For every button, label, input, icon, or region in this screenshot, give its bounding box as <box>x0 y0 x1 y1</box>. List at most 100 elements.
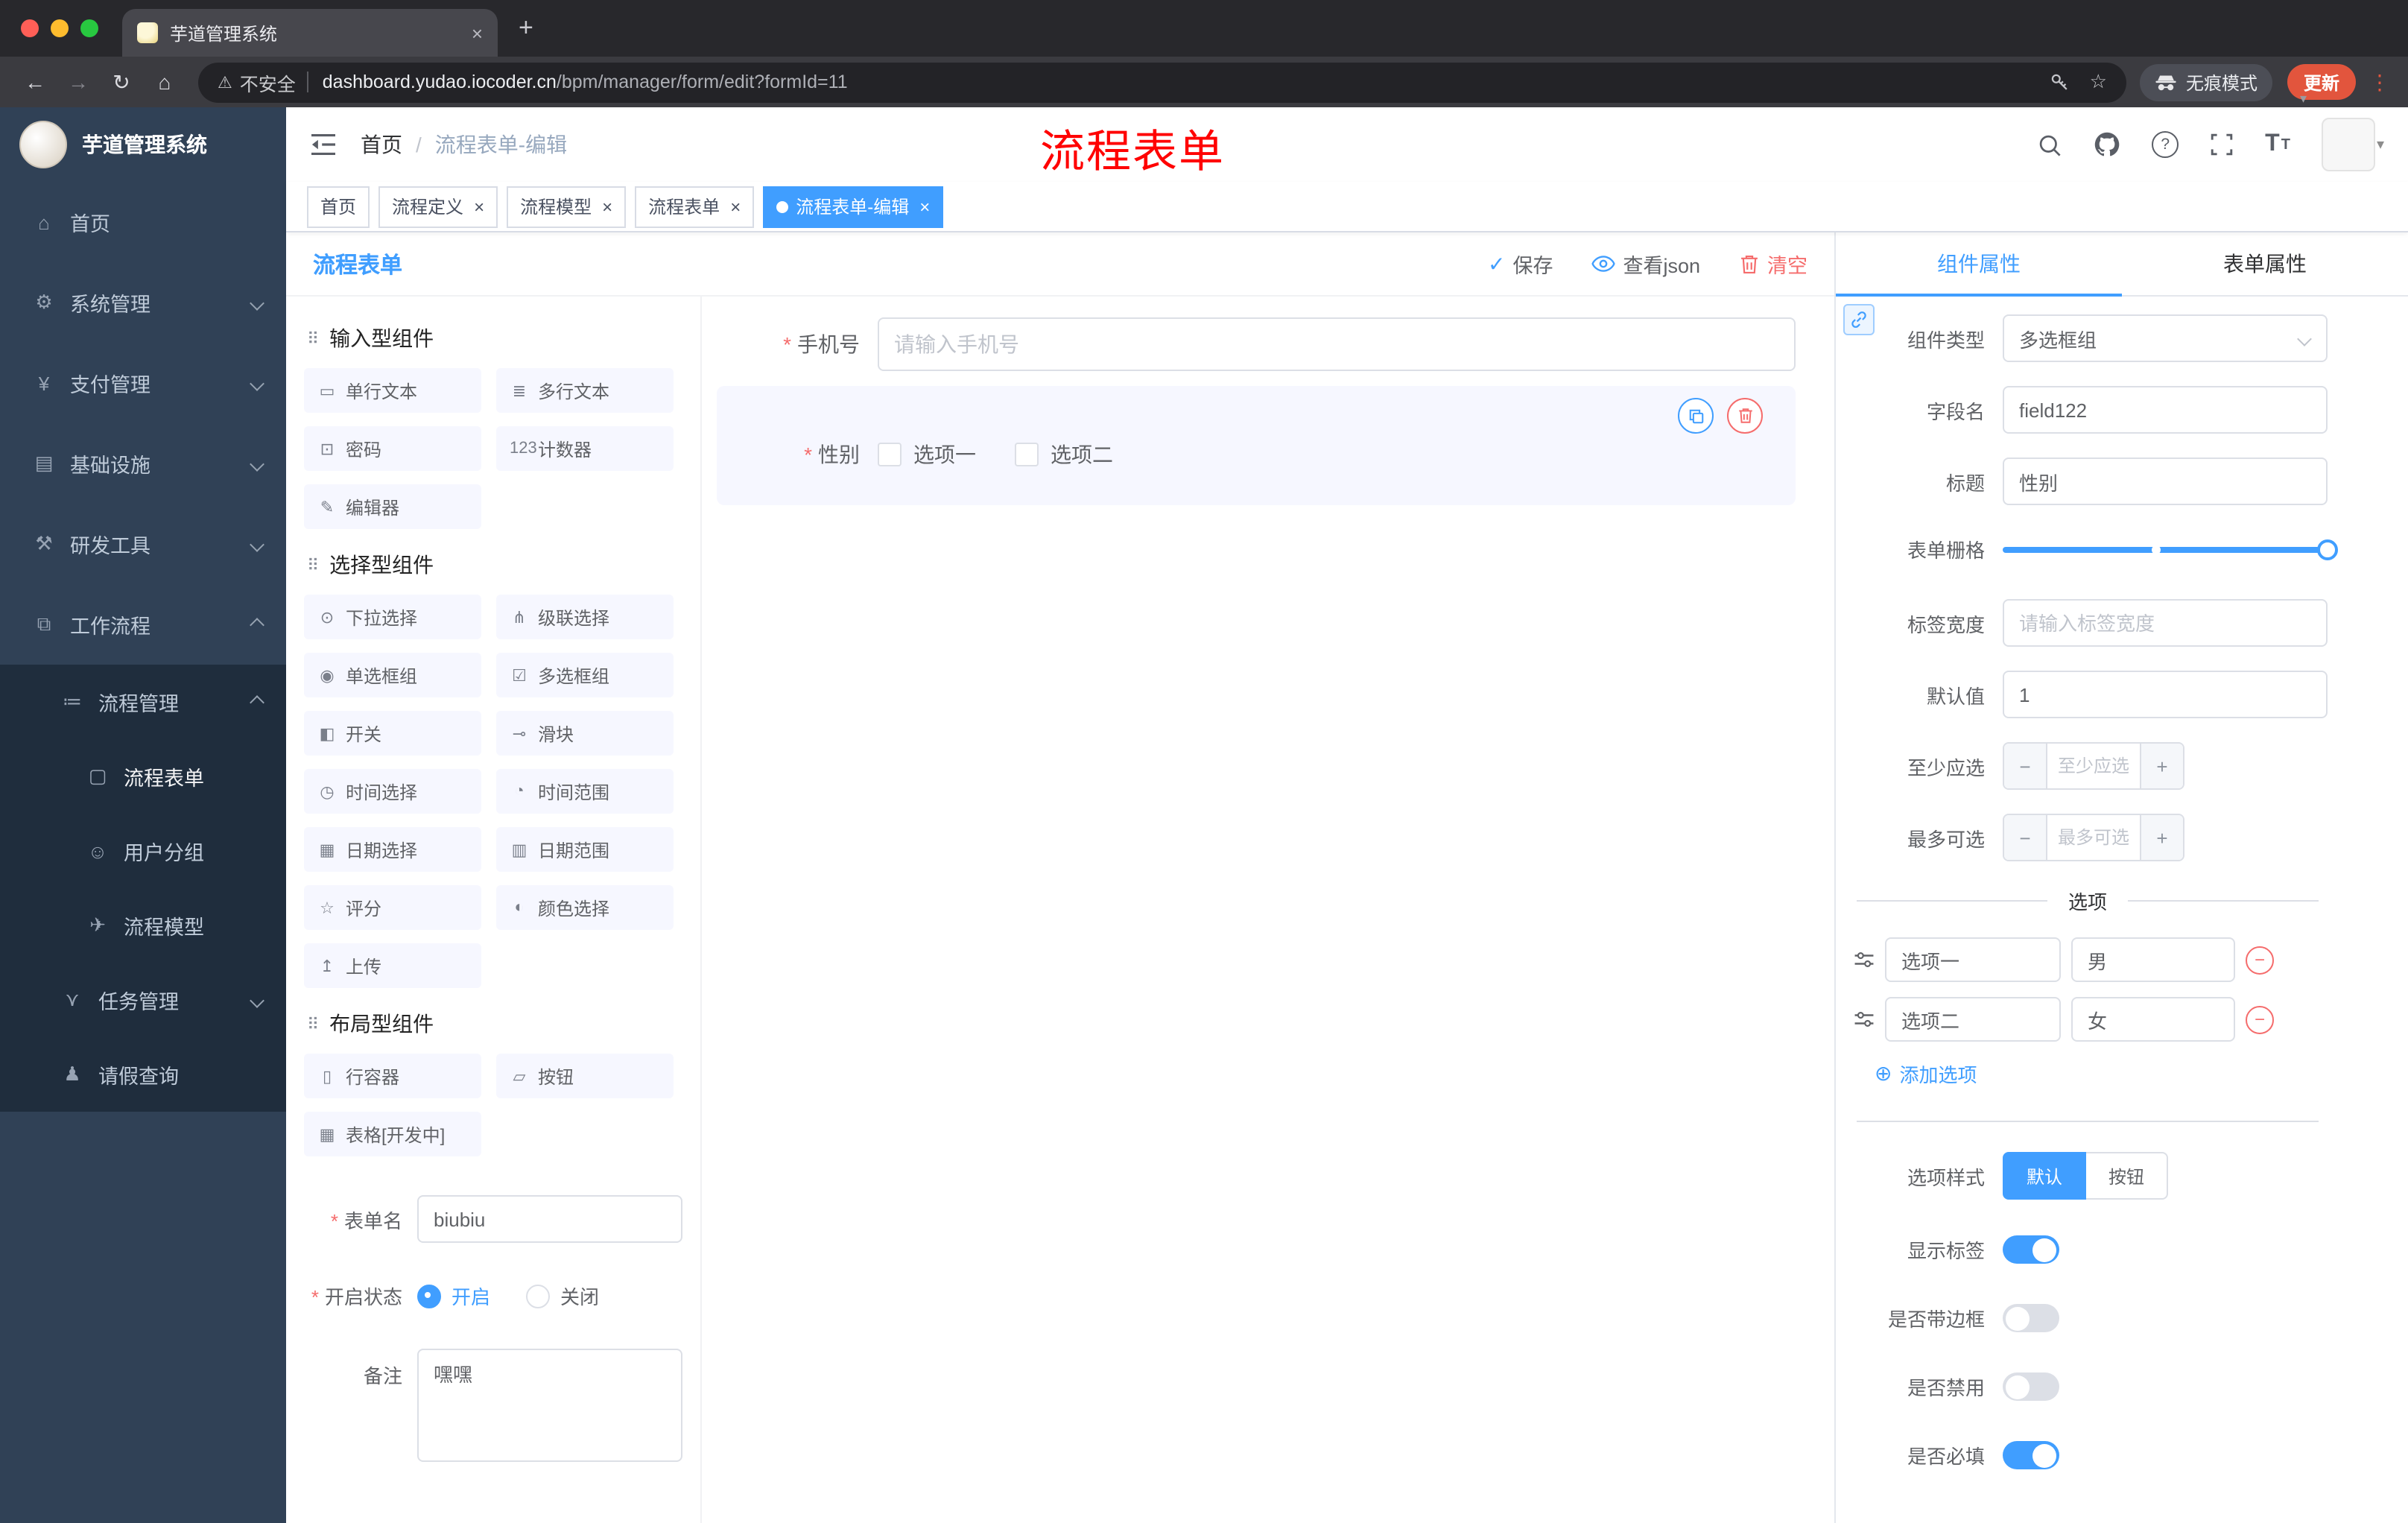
sidebar-item-leave-query[interactable]: ♟ 请假查询 <box>0 1037 286 1112</box>
default-value-input[interactable] <box>2003 671 2328 718</box>
form-name-input[interactable] <box>417 1195 682 1243</box>
option-value-input[interactable] <box>2071 937 2235 982</box>
tab-close-icon[interactable]: × <box>472 22 483 44</box>
min-select-input[interactable] <box>2047 744 2140 788</box>
search-icon[interactable] <box>2037 132 2062 157</box>
palette-item[interactable]: ☑ 多选框组 <box>496 653 674 697</box>
sidebar-item-system-management[interactable]: ⚙ 系统管理 <box>0 262 286 343</box>
tag-process-definition[interactable]: 流程定义 × <box>378 186 498 227</box>
component-type-select[interactable]: 多选框组 <box>2003 314 2328 362</box>
tab-form-props[interactable]: 表单属性 <box>2122 232 2408 295</box>
tag-process-form[interactable]: 流程表单 × <box>635 186 755 227</box>
browser-tab[interactable]: 芋道管理系统 × <box>122 9 498 57</box>
link-button[interactable] <box>1843 304 1875 335</box>
palette-item[interactable]: ⊡ 密码 <box>304 426 481 471</box>
home-button[interactable]: ⌂ <box>145 62 185 102</box>
remark-textarea[interactable]: 嘿嘿 <box>417 1349 682 1462</box>
github-icon[interactable] <box>2094 131 2120 158</box>
palette-item[interactable]: ▯ 行容器 <box>304 1054 481 1098</box>
field-name-input[interactable] <box>2003 386 2328 434</box>
border-switch[interactable] <box>2003 1304 2059 1332</box>
tag-home[interactable]: 首页 <box>307 186 370 227</box>
palette-item[interactable]: ▭ 单行文本 <box>304 368 481 413</box>
sidebar-item-process-form[interactable]: ▢ 流程表单 <box>0 739 286 814</box>
max-select-input[interactable] <box>2047 815 2140 860</box>
remove-option-button[interactable]: − <box>2246 946 2274 974</box>
palette-item[interactable]: ◷ 时间选择 <box>304 769 481 814</box>
delete-component-button[interactable] <box>1727 398 1763 434</box>
option-value-input[interactable] <box>2071 997 2235 1042</box>
label-width-input[interactable] <box>2003 599 2328 647</box>
sidebar-item-dev-tools[interactable]: ⚒ 研发工具 <box>0 504 286 584</box>
clear-button[interactable]: 清空 <box>1739 249 1807 279</box>
option1-checkbox[interactable] <box>878 443 902 466</box>
status-off-radio[interactable] <box>526 1284 551 1308</box>
slider-handle[interactable] <box>2317 539 2338 560</box>
tab-component-props[interactable]: 组件属性 <box>1836 232 2122 297</box>
sidebar-logo[interactable]: 芋道管理系统 <box>0 107 286 182</box>
window-close-button[interactable] <box>21 19 39 37</box>
fullscreen-icon[interactable] <box>2210 133 2234 156</box>
add-option-button[interactable]: ⊕ 添加选项 <box>1875 1060 1977 1088</box>
sidebar-collapse-button[interactable] <box>310 133 337 156</box>
palette-item[interactable]: ↥ 上传 <box>304 943 481 988</box>
min-decrease-button[interactable]: − <box>2004 744 2047 788</box>
palette-item[interactable]: ◔ 时间范围 <box>496 769 674 814</box>
palette-item[interactable]: ◐ 颜色选择 <box>496 885 674 930</box>
menu-kebab-icon[interactable]: ⋮ <box>2369 69 2390 95</box>
sidebar-item-payment-management[interactable]: ¥ 支付管理 <box>0 343 286 423</box>
forward-button[interactable]: → <box>58 62 98 102</box>
style-button-button[interactable]: 按钮 <box>2086 1152 2169 1200</box>
sidebar-item-user-group[interactable]: ☺ 用户分组 <box>0 814 286 888</box>
sidebar-item-infrastructure[interactable]: ▤ 基础设施 <box>0 423 286 504</box>
user-avatar[interactable]: ▾ <box>2321 118 2384 171</box>
title-input[interactable] <box>2003 457 2328 505</box>
new-tab-button[interactable]: + <box>519 13 533 43</box>
address-bar[interactable]: ⚠ 不安全 dashboard.yudao.iocoder.cn/bpm/man… <box>198 62 2126 102</box>
palette-item[interactable]: 123 计数器 <box>496 426 674 471</box>
palette-item[interactable]: ▱ 按钮 <box>496 1054 674 1098</box>
reload-button[interactable]: ↻ <box>101 62 142 102</box>
palette-item[interactable]: ≣ 多行文本 <box>496 368 674 413</box>
bookmark-star-icon[interactable]: ☆ <box>2090 70 2107 94</box>
form-grid-slider[interactable] <box>2003 539 2338 560</box>
palette-item[interactable]: ⊸ 滑块 <box>496 711 674 756</box>
palette-item[interactable]: ◧ 开关 <box>304 711 481 756</box>
breadcrumb-home[interactable]: 首页 <box>361 130 402 159</box>
max-decrease-button[interactable]: − <box>2004 815 2047 860</box>
tag-process-form-edit[interactable]: 流程表单-编辑 × <box>763 186 944 227</box>
sidebar-item-workflow[interactable]: ⧉ 工作流程 <box>0 584 286 665</box>
drag-handle-icon[interactable] <box>1854 1010 1875 1028</box>
palette-item[interactable]: ☆ 评分 <box>304 885 481 930</box>
sidebar-item-process-model[interactable]: ✈ 流程模型 <box>0 888 286 963</box>
tag-close-icon[interactable]: × <box>919 196 930 217</box>
max-increase-button[interactable]: + <box>2140 815 2183 860</box>
phone-input[interactable] <box>878 317 1796 371</box>
status-on-label[interactable]: 开启 <box>452 1282 490 1310</box>
palette-item[interactable]: ⋔ 级联选择 <box>496 595 674 639</box>
palette-item[interactable]: ◉ 单选框组 <box>304 653 481 697</box>
palette-item[interactable]: ▦ 表格[开发中] <box>304 1112 481 1156</box>
font-size-icon[interactable]: TT <box>2265 131 2290 158</box>
remove-option-button[interactable]: − <box>2246 1005 2274 1033</box>
help-icon[interactable]: ? <box>2152 131 2179 158</box>
required-switch[interactable] <box>2003 1441 2059 1469</box>
save-button[interactable]: ✓ 保存 <box>1488 249 1553 279</box>
back-button[interactable]: ← <box>15 62 55 102</box>
option-label-input[interactable] <box>1885 997 2061 1042</box>
tag-process-model[interactable]: 流程模型 × <box>507 186 627 227</box>
tag-close-icon[interactable]: × <box>602 196 612 217</box>
status-off-label[interactable]: 关闭 <box>560 1282 599 1310</box>
window-minimize-button[interactable] <box>51 19 69 37</box>
disabled-switch[interactable] <box>2003 1372 2059 1401</box>
status-on-radio[interactable] <box>417 1284 441 1308</box>
show-label-switch[interactable] <box>2003 1235 2059 1264</box>
sidebar-item-task-management[interactable]: ⋎ 任务管理 <box>0 963 286 1037</box>
phone-field[interactable]: 手机号 <box>717 317 1796 371</box>
security-label[interactable]: 不安全 <box>240 68 296 96</box>
tag-close-icon[interactable]: × <box>730 196 741 217</box>
palette-item[interactable]: ▦ 日期选择 <box>304 827 481 872</box>
palette-item[interactable]: ⊙ 下拉选择 <box>304 595 481 639</box>
toolbar-caret-icon[interactable]: ▾ <box>2300 91 2307 107</box>
option2-label[interactable]: 选项二 <box>1051 440 1113 469</box>
